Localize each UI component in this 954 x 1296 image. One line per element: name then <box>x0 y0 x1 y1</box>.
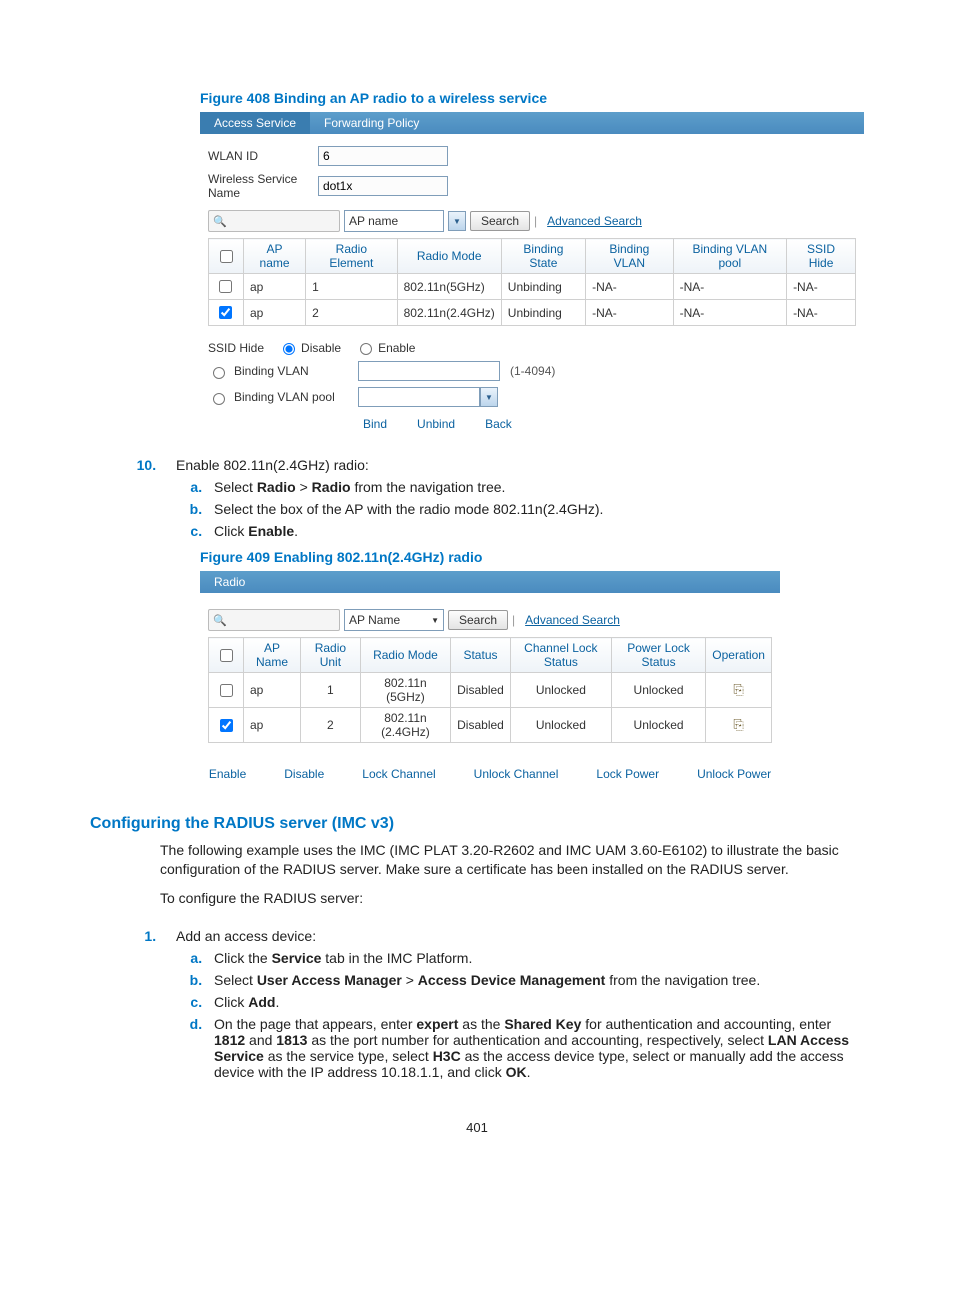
row-checkbox[interactable] <box>220 684 233 697</box>
step-10: Enable 802.11n(2.4GHz) radio: Select Rad… <box>160 457 864 539</box>
back-button[interactable]: Back <box>485 417 512 431</box>
table-row: ap 2 802.11n (2.4GHz) Disabled Unlocked … <box>209 708 772 743</box>
col-ap-name[interactable]: AP name <box>244 239 306 274</box>
table-row: ap 2 802.11n(2.4GHz) Unbinding -NA- -NA-… <box>209 300 856 326</box>
step-1a: Click the Service tab in the IMC Platfor… <box>206 950 864 966</box>
tab-forwarding-policy[interactable]: Forwarding Policy <box>310 112 433 134</box>
step-list: Enable 802.11n(2.4GHz) radio: Select Rad… <box>90 457 864 539</box>
figure-408-panel: Access Service Forwarding Policy WLAN ID… <box>200 112 864 437</box>
figure-409-panel: Radio 🔍 AP Name ▼ Search | Advanced Sear… <box>200 571 780 787</box>
row-checkbox[interactable] <box>219 280 232 293</box>
col-status[interactable]: Status <box>451 638 511 673</box>
binding-vlan-pool-select[interactable] <box>358 387 480 407</box>
search-button[interactable]: Search <box>448 610 508 630</box>
radio-actions: Enable Disable Lock Channel Unlock Chann… <box>208 767 772 781</box>
search-text-input[interactable]: 🔍 <box>208 609 340 631</box>
panel-tabs: Radio <box>200 571 780 593</box>
ssid-hide-enable-radio[interactable] <box>360 343 372 355</box>
unlock-power-button[interactable]: Unlock Power <box>697 767 771 781</box>
panel-tabs: Access Service Forwarding Policy <box>200 112 864 134</box>
binding-vlan-hint: (1-4094) <box>510 364 555 378</box>
col-radio-element[interactable]: Radio Element <box>306 239 398 274</box>
col-operation[interactable]: Operation <box>706 638 772 673</box>
row-checkbox[interactable] <box>220 719 233 732</box>
tab-access-service[interactable]: Access Service <box>200 112 310 134</box>
table-row: ap 1 802.11n (5GHz) Disabled Unlocked Un… <box>209 673 772 708</box>
header-checkbox[interactable] <box>220 250 233 263</box>
col-binding-vlan-pool[interactable]: Binding VLAN pool <box>673 239 786 274</box>
step-10b: Select the box of the AP with the radio … <box>206 501 864 517</box>
connect-icon[interactable]: ⎘ <box>733 682 743 697</box>
wlan-id-input[interactable] <box>318 146 448 166</box>
col-ssid-hide[interactable]: SSID Hide <box>787 239 856 274</box>
connect-icon[interactable]: ⎘ <box>733 717 743 732</box>
unbind-button[interactable]: Unbind <box>417 417 455 431</box>
binding-vlan-input[interactable] <box>358 361 500 381</box>
col-ap-name[interactable]: AP Name <box>244 638 301 673</box>
step-1b: Select User Access Manager > Access Devi… <box>206 972 864 988</box>
step-1d: On the page that appears, enter expert a… <box>206 1016 864 1080</box>
col-binding-state[interactable]: Binding State <box>501 239 585 274</box>
table-row: ap 1 802.11n(5GHz) Unbinding -NA- -NA- -… <box>209 274 856 300</box>
lock-power-button[interactable]: Lock Power <box>596 767 659 781</box>
bind-button[interactable]: Bind <box>363 417 387 431</box>
lock-channel-button[interactable]: Lock Channel <box>362 767 435 781</box>
dropdown-icon[interactable]: ▼ <box>448 211 466 231</box>
col-radio-unit[interactable]: Radio Unit <box>300 638 360 673</box>
chevron-down-icon[interactable]: ▼ <box>480 387 498 407</box>
disable-button[interactable]: Disable <box>284 767 324 781</box>
search-button[interactable]: Search <box>470 211 530 231</box>
ssid-hide-label: SSID Hide <box>208 341 264 355</box>
wlan-id-label: WLAN ID <box>208 149 318 163</box>
wsn-input[interactable] <box>318 176 448 196</box>
search-row: 🔍 AP name ▼ Search | Advanced Search <box>208 210 856 232</box>
row-checkbox[interactable] <box>219 306 232 319</box>
step-10a: Select Radio > Radio from the navigation… <box>206 479 864 495</box>
step-list: Add an access device: Click the Service … <box>90 928 864 1080</box>
advanced-search-link[interactable]: Advanced Search <box>525 613 620 627</box>
col-power-lock[interactable]: Power Lock Status <box>611 638 705 673</box>
search-row: 🔍 AP Name ▼ Search | Advanced Search <box>208 609 772 631</box>
col-radio-mode[interactable]: Radio Mode <box>360 638 450 673</box>
step-10c: Click Enable. <box>206 523 864 539</box>
figure-caption: Figure 409 Enabling 802.11n(2.4GHz) radi… <box>200 549 864 565</box>
step-1c: Click Add. <box>206 994 864 1010</box>
search-icon: 🔍 <box>213 215 227 228</box>
col-radio-mode[interactable]: Radio Mode <box>397 239 501 274</box>
enable-button[interactable]: Enable <box>209 767 246 781</box>
paragraph: To configure the RADIUS server: <box>160 889 864 908</box>
advanced-search-link[interactable]: Advanced Search <box>547 214 642 228</box>
wsn-label: Wireless Service Name <box>208 172 318 200</box>
radio-table: AP Name Radio Unit Radio Mode Status Cha… <box>208 637 772 743</box>
search-field-select[interactable]: AP name <box>344 210 444 232</box>
header-checkbox[interactable] <box>220 649 233 662</box>
search-text-input[interactable]: 🔍 <box>208 210 340 232</box>
paragraph: The following example uses the IMC (IMC … <box>160 841 864 879</box>
tab-radio[interactable]: Radio <box>200 571 259 593</box>
search-field-select[interactable]: AP Name ▼ <box>344 609 444 631</box>
unlock-channel-button[interactable]: Unlock Channel <box>474 767 559 781</box>
chevron-down-icon: ▼ <box>431 616 439 625</box>
search-icon: 🔍 <box>213 614 227 627</box>
binding-vlan-radio[interactable] <box>213 367 225 379</box>
step-1: Add an access device: Click the Service … <box>160 928 864 1080</box>
col-channel-lock[interactable]: Channel Lock Status <box>510 638 611 673</box>
ap-binding-table: AP name Radio Element Radio Mode Binding… <box>208 238 856 326</box>
col-binding-vlan[interactable]: Binding VLAN <box>586 239 674 274</box>
binding-vlan-pool-radio[interactable] <box>213 393 225 405</box>
section-heading: Configuring the RADIUS server (IMC v3) <box>90 815 864 833</box>
ssid-hide-disable-radio[interactable] <box>283 343 295 355</box>
page-number: 401 <box>90 1120 864 1135</box>
figure-caption: Figure 408 Binding an AP radio to a wire… <box>200 90 864 106</box>
